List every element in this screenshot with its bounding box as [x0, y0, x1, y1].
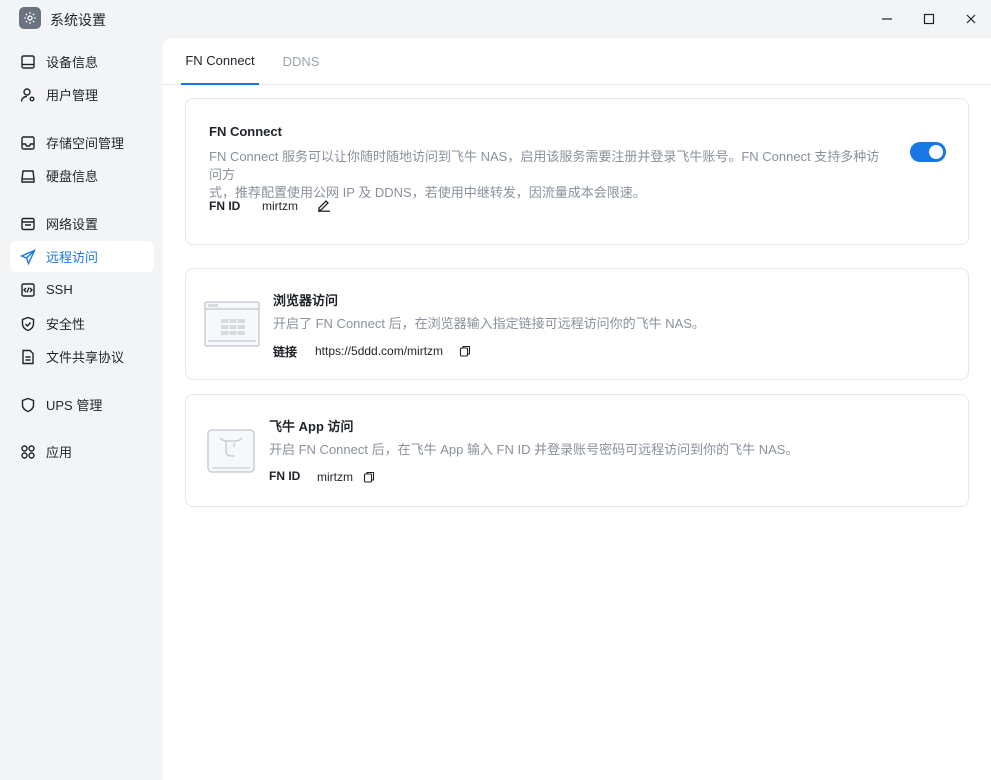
sidebar-item-label: 文件共享协议: [46, 350, 125, 365]
sidebar-item-label: 远程访问: [46, 250, 99, 265]
settings-window: 系统设置 设备信息 用户管理 存储空间管理 硬盘信息 网络设置 远程访问 SSH…: [0, 0, 991, 780]
shield-icon: [20, 397, 36, 413]
sidebar-item-label: 用户管理: [46, 88, 99, 103]
disk-icon: [20, 168, 36, 184]
main-panel: FN Connect DDNS FN Connect FN Connect 服务…: [163, 38, 991, 780]
tab-fn-connect[interactable]: FN Connect: [181, 38, 259, 85]
shield-check-icon: [20, 316, 36, 332]
copy-icon: [363, 471, 375, 483]
sidebar-item-network[interactable]: 网络设置: [10, 208, 154, 239]
browser-access-card: 浏览器访问 开启了 FN Connect 后，在浏览器输入指定链接可远程访问你的…: [185, 268, 969, 380]
storage-icon: [20, 135, 36, 151]
edit-button[interactable]: [317, 198, 331, 212]
sidebar-item-remote-access[interactable]: 远程访问: [10, 241, 154, 272]
network-icon: [20, 216, 36, 232]
fn-connect-title: FN Connect: [209, 124, 282, 139]
sidebar-item-label: 应用: [46, 445, 73, 460]
sidebar: 设备信息 用户管理 存储空间管理 硬盘信息 网络设置 远程访问 SSH 安全性 …: [0, 38, 163, 780]
close-icon: [966, 14, 976, 24]
sidebar-item-label: SSH: [46, 282, 73, 297]
fn-id-label: FN ID: [209, 199, 241, 213]
phone-illustration-icon: [206, 428, 256, 479]
browser-access-description: 开启了 FN Connect 后，在浏览器输入指定链接可远程访问你的飞牛 NAS…: [273, 316, 705, 331]
close-button[interactable]: [956, 8, 986, 30]
user-gear-icon: [20, 87, 36, 103]
sidebar-item-file-sharing[interactable]: 文件共享协议: [10, 341, 154, 372]
link-label: 链接: [273, 345, 298, 359]
browser-illustration-icon: [204, 301, 260, 352]
sidebar-item-label: 网络设置: [46, 217, 99, 232]
gear-icon: [19, 7, 41, 29]
sidebar-item-apps[interactable]: 应用: [10, 436, 154, 467]
app-access-card: 飞牛 App 访问 开启 FN Connect 后，在飞牛 App 输入 FN …: [185, 394, 969, 507]
minimize-icon: [882, 18, 892, 20]
pencil-icon: [318, 200, 330, 212]
maximize-button[interactable]: [914, 8, 944, 30]
window-title: 系统设置: [50, 12, 106, 28]
minimize-button[interactable]: [872, 8, 902, 30]
app-fn-id-value: mirtzm: [317, 470, 353, 484]
app-fn-id-label: FN ID: [269, 469, 301, 483]
app-access-title: 飞牛 App 访问: [269, 419, 354, 434]
fn-connect-toggle[interactable]: [910, 142, 946, 162]
sidebar-item-ssh[interactable]: SSH: [10, 274, 154, 305]
file-icon: [20, 349, 36, 365]
fn-connect-card: FN Connect FN Connect 服务可以让你随时随地访问到飞牛 NA…: [185, 98, 969, 245]
fn-connect-description: FN Connect 服务可以让你随时随地访问到飞牛 NAS，启用该服务需要注册…: [209, 149, 880, 200]
sidebar-item-security[interactable]: 安全性: [10, 308, 154, 339]
sidebar-item-label: 设备信息: [46, 55, 99, 70]
sidebar-item-label: UPS 管理: [46, 398, 103, 413]
monitor-icon: [20, 54, 36, 70]
tab-ddns[interactable]: DDNS: [275, 38, 327, 85]
title-bar: 系统设置: [0, 0, 991, 38]
code-icon: [20, 282, 36, 298]
sidebar-item-ups[interactable]: UPS 管理: [10, 389, 154, 420]
sidebar-item-disk-info[interactable]: 硬盘信息: [10, 160, 154, 191]
sidebar-item-device-info[interactable]: 设备信息: [10, 46, 154, 77]
copy-link-button[interactable]: [459, 344, 473, 358]
fn-id-value: mirtzm: [262, 199, 298, 213]
sidebar-item-label: 硬盘信息: [46, 169, 99, 184]
sidebar-item-user-management[interactable]: 用户管理: [10, 79, 154, 110]
browser-access-title: 浏览器访问: [273, 293, 339, 308]
app-access-description: 开启 FN Connect 后，在飞牛 App 输入 FN ID 并登录账号密码…: [269, 442, 799, 457]
sidebar-item-label: 安全性: [46, 317, 86, 332]
send-icon: [20, 248, 36, 265]
apps-icon: [20, 444, 36, 460]
maximize-icon: [923, 13, 935, 25]
copy-icon: [459, 345, 471, 357]
copy-fn-id-button[interactable]: [363, 470, 377, 484]
sidebar-item-storage[interactable]: 存储空间管理: [10, 127, 154, 158]
toggle-knob: [929, 145, 943, 159]
tab-bar: FN Connect DDNS: [163, 38, 991, 85]
sidebar-item-label: 存储空间管理: [46, 136, 125, 151]
link-value[interactable]: https://5ddd.com/mirtzm: [315, 344, 443, 358]
